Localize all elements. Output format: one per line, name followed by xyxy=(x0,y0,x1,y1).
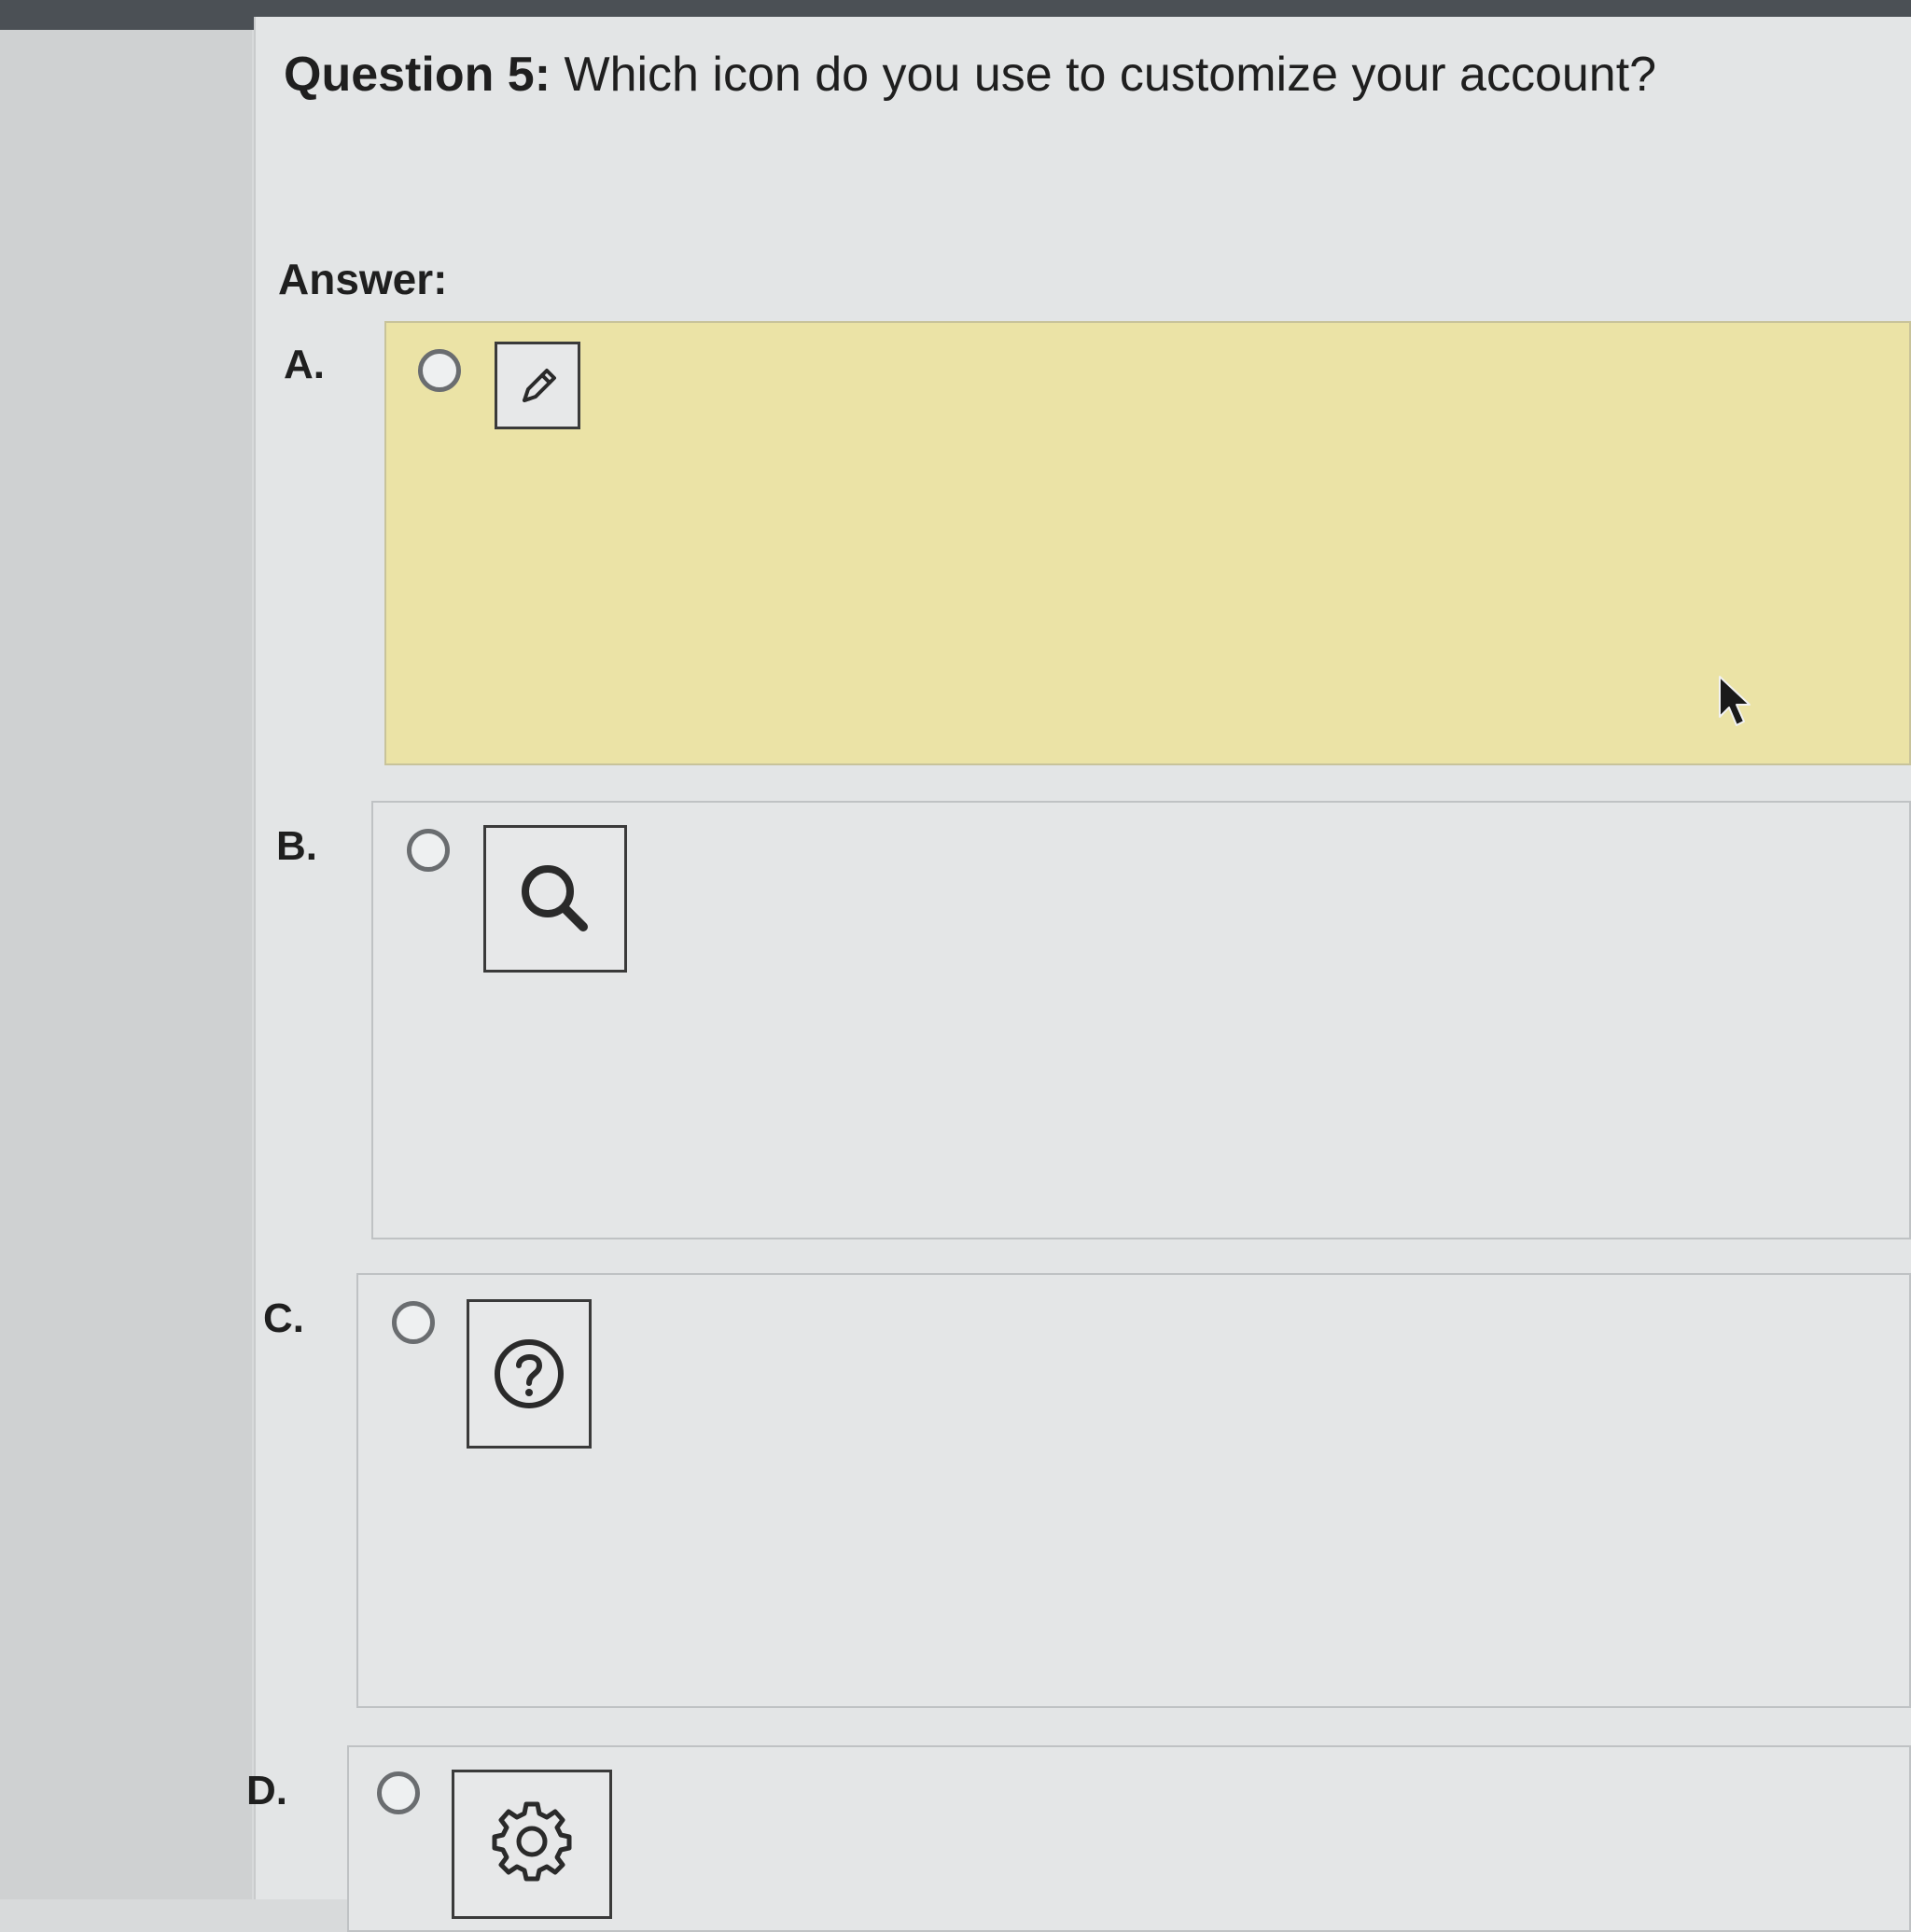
option-c-radio[interactable] xyxy=(392,1301,435,1344)
question-body: Which icon do you use to customize your … xyxy=(564,48,1657,102)
option-b-radio[interactable] xyxy=(407,829,450,872)
question-text: Question 5: Which icon do you use to cus… xyxy=(284,47,1656,103)
option-d-letter: D. xyxy=(246,1768,287,1813)
option-a-radio[interactable] xyxy=(418,349,461,392)
option-c-icon-box xyxy=(467,1299,592,1449)
search-icon xyxy=(522,865,588,931)
help-icon xyxy=(495,1339,564,1408)
option-d-icon-box xyxy=(452,1770,612,1919)
left-margin xyxy=(0,30,252,1899)
option-a-letter: A. xyxy=(284,342,325,387)
question-number: Question 5: xyxy=(284,48,551,102)
option-c-letter: C. xyxy=(263,1295,304,1341)
option-b-letter: B. xyxy=(276,823,317,869)
answer-label: Answer: xyxy=(278,255,448,303)
option-a-icon-box xyxy=(495,342,580,429)
mouse-cursor-icon xyxy=(1719,676,1751,726)
option-d-radio[interactable] xyxy=(377,1771,420,1814)
option-a-box[interactable] xyxy=(384,321,1911,765)
pencil-icon xyxy=(523,369,556,402)
option-b-icon-box xyxy=(483,825,627,973)
gear-icon xyxy=(492,1801,572,1882)
